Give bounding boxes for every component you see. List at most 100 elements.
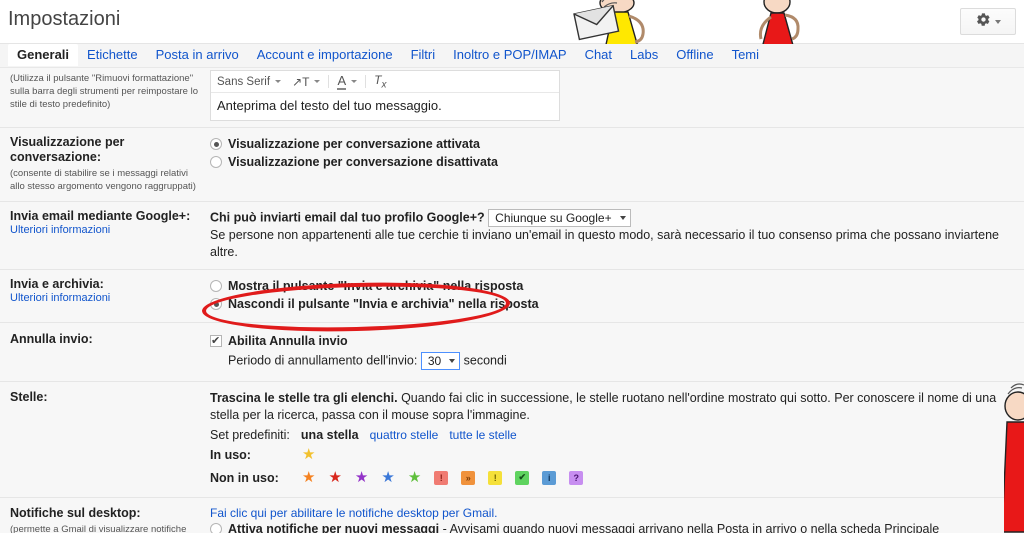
tab-account-e-importazione[interactable]: Account e importazione	[248, 44, 402, 66]
option-label: Nascondi il pulsante "Invia e archivia" …	[228, 297, 539, 311]
star-icon-green[interactable]: ★	[408, 470, 421, 485]
badge-icon-blue-info[interactable]: i	[542, 470, 557, 485]
undo-send-period-value: 30	[427, 353, 442, 368]
row-notifiche-desktop: Notifiche sul desktop: (permette a Gmail…	[0, 498, 1024, 533]
googleplus-more-link[interactable]: Ulteriori informazioni	[10, 224, 202, 236]
text-color-icon[interactable]: A	[337, 73, 347, 90]
stars-in-use-row: In uso: ★	[210, 447, 1014, 462]
undo-send-period-unit: secondi	[463, 353, 507, 368]
tab-filtri[interactable]: Filtri	[402, 44, 445, 66]
gear-icon	[976, 12, 991, 32]
option-nascondi-invia-archivia[interactable]: Nascondi il pulsante "Invia e archivia" …	[210, 296, 1014, 313]
radio-conversazione-attivata[interactable]	[210, 138, 222, 150]
tab-posta-in-arrivo[interactable]: Posta in arrivo	[147, 44, 248, 66]
chevron-down-icon[interactable]	[351, 80, 358, 83]
tab-labs[interactable]: Labs	[621, 44, 667, 66]
row-stile-testo-predefinito: (Utilizza il pulsante "Rimuovi formattaz…	[0, 68, 1024, 128]
badge-icon-yellow-bang[interactable]: !	[488, 470, 503, 485]
stars-presets-label: Set predefiniti:	[210, 428, 290, 442]
compose-toolbar: Sans Serif ↗T A Tx	[211, 71, 559, 93]
undo-send-checkbox-label: Abilita Annulla invio	[228, 334, 348, 348]
stars-label: Stelle:	[10, 390, 48, 404]
option-mostra-invia-archivia[interactable]: Mostra il pulsante "Invia e archivia" ne…	[210, 278, 1014, 295]
option-label: Visualizzazione per conversazione attiva…	[228, 137, 480, 151]
star-icon-blue[interactable]: ★	[381, 470, 394, 485]
row-stelle: Stelle: Trascina le stelle tra gli elenc…	[0, 382, 1024, 498]
option-attiva-notifiche-nuovi[interactable]: Attiva notifiche per nuovi messaggi - Av…	[210, 521, 1014, 533]
chevron-down-icon	[994, 19, 1001, 24]
row-invia-email-google-plus: Invia email mediante Google+: Ulteriori …	[0, 202, 1024, 270]
stars-not-in-use-label: Non in uso:	[210, 470, 279, 485]
undo-send-period-line: Periodo di annullamento dell'invio: 30 s…	[228, 352, 1014, 370]
remove-formatting-icon[interactable]: Tx	[374, 73, 386, 90]
radio-conversazione-disattivata[interactable]	[210, 156, 222, 168]
googleplus-audience-value: Chiunque su Google+	[495, 210, 612, 225]
checkbox-abilita-annulla-invio[interactable]	[210, 333, 222, 350]
row-invia-e-archivia: Invia e archivia: Ulteriori informazioni…	[0, 270, 1024, 323]
tab-chat[interactable]: Chat	[576, 44, 621, 66]
chevron-down-icon[interactable]	[314, 80, 321, 83]
chevron-down-icon	[619, 216, 626, 220]
stars-in-use-strip: ★	[302, 447, 315, 462]
googleplus-question: Chi può inviarti email dal tuo profilo G…	[210, 210, 485, 225]
conversation-sub: (consente di stabilire se i messaggi rel…	[10, 168, 196, 192]
notifications-enable-link[interactable]: Fai clic qui per abilitare le notifiche …	[210, 506, 1014, 520]
preset-tutte-le-stelle[interactable]: tutte le stelle	[449, 428, 516, 442]
tab-offline[interactable]: Offline	[667, 44, 722, 66]
googleplus-note: Se persone non appartenenti alle tue cer…	[210, 228, 999, 259]
googleplus-label: Invia email mediante Google+:	[10, 209, 191, 223]
option-label-rest: - Avvisami quando nuovi messaggi arrivan…	[439, 522, 940, 533]
option-conversazione-disattivata[interactable]: Visualizzazione per conversazione disatt…	[210, 154, 1014, 171]
page-title: Impostazioni	[8, 8, 121, 30]
radio-mostra-invia-archivia[interactable]	[210, 280, 222, 292]
toolbar-divider	[328, 75, 330, 88]
star-icon-red[interactable]: ★	[328, 470, 341, 485]
badge-icon-orange-chevrons[interactable]: »	[461, 470, 476, 485]
badge-icon-red-bang[interactable]: !	[434, 470, 449, 485]
star-icon-orange[interactable]: ★	[302, 470, 315, 485]
settings-body: (Utilizza il pulsante "Rimuovi formattaz…	[0, 68, 1024, 533]
radio-nascondi-invia-archivia[interactable]	[210, 298, 222, 310]
default-style-note: (Utilizza il pulsante "Rimuovi formattaz…	[10, 73, 198, 110]
settings-tabs: Generali Etichette Posta in arrivo Accou…	[0, 44, 1024, 68]
stars-description: Trascina le stelle tra gli elenchi. Quan…	[210, 390, 1014, 424]
preset-una-stella[interactable]: una stella	[301, 428, 359, 442]
stars-presets: Set predefiniti: una stella quattro stel…	[210, 428, 1014, 442]
badge-icon-green-check[interactable]: ✔	[515, 470, 530, 485]
notifications-label: Notifiche sul desktop:	[10, 506, 141, 520]
stars-in-use-label: In uso:	[210, 447, 251, 462]
option-label: Visualizzazione per conversazione disatt…	[228, 155, 499, 169]
text-size-icon[interactable]: ↗T	[292, 75, 309, 89]
tab-inoltro-e-pop-imap[interactable]: Inoltro e POP/IMAP	[444, 44, 575, 66]
chevron-down-icon[interactable]	[275, 80, 282, 83]
send-archive-label: Invia e archivia:	[10, 277, 104, 291]
option-conversazione-attivata[interactable]: Visualizzazione per conversazione attiva…	[210, 136, 1014, 153]
compose-preview-box: Sans Serif ↗T A Tx Anteprima del testo d…	[210, 70, 560, 121]
option-abilita-annulla-invio[interactable]: Abilita Annulla invio	[210, 333, 1014, 350]
radio-attiva-notifiche-nuovi[interactable]	[210, 523, 222, 533]
star-icon-purple[interactable]: ★	[355, 470, 368, 485]
googleplus-audience-select[interactable]: Chiunque su Google+	[488, 209, 631, 227]
undo-send-period-select[interactable]: 30	[420, 352, 461, 370]
send-archive-more-link[interactable]: Ulteriori informazioni	[10, 292, 202, 304]
undo-send-period-label: Periodo di annullamento dell'invio:	[228, 353, 418, 368]
tab-etichette[interactable]: Etichette	[78, 44, 147, 66]
option-label: Mostra il pulsante "Invia e archivia" ne…	[228, 279, 524, 293]
chevron-down-icon	[449, 359, 456, 363]
stars-not-in-use-strip: ★ ★ ★ ★ ★ ! » ! ✔ i ?	[302, 470, 584, 485]
font-name-label[interactable]: Sans Serif	[217, 76, 270, 88]
compose-preview-text: Anteprima del testo del tuo messaggio.	[217, 98, 442, 113]
toolbar-divider	[365, 75, 367, 88]
stars-not-in-use-row: Non in uso: ★ ★ ★ ★ ★ ! » ! ✔ i ?	[210, 470, 1014, 485]
settings-page: Impostazioni Generali Etichette Posta in…	[0, 0, 1024, 533]
tab-temi[interactable]: Temi	[723, 44, 768, 66]
option-label-bold: Attiva notifiche per nuovi messaggi	[228, 522, 440, 533]
badge-icon-purple-question[interactable]: ?	[569, 470, 584, 485]
row-annulla-invio: Annulla invio: Abilita Annulla invio Per…	[0, 323, 1024, 382]
tab-generali[interactable]: Generali	[8, 44, 79, 66]
settings-gear-button[interactable]	[960, 8, 1016, 35]
preset-quattro-stelle[interactable]: quattro stelle	[370, 428, 439, 442]
notifications-sub: (permette a Gmail di visualizzare notifi…	[10, 524, 187, 533]
row-visualizzazione-per-conversazione: Visualizzazione per conversazione: (cons…	[0, 128, 1024, 202]
star-icon-yellow[interactable]: ★	[302, 447, 315, 462]
